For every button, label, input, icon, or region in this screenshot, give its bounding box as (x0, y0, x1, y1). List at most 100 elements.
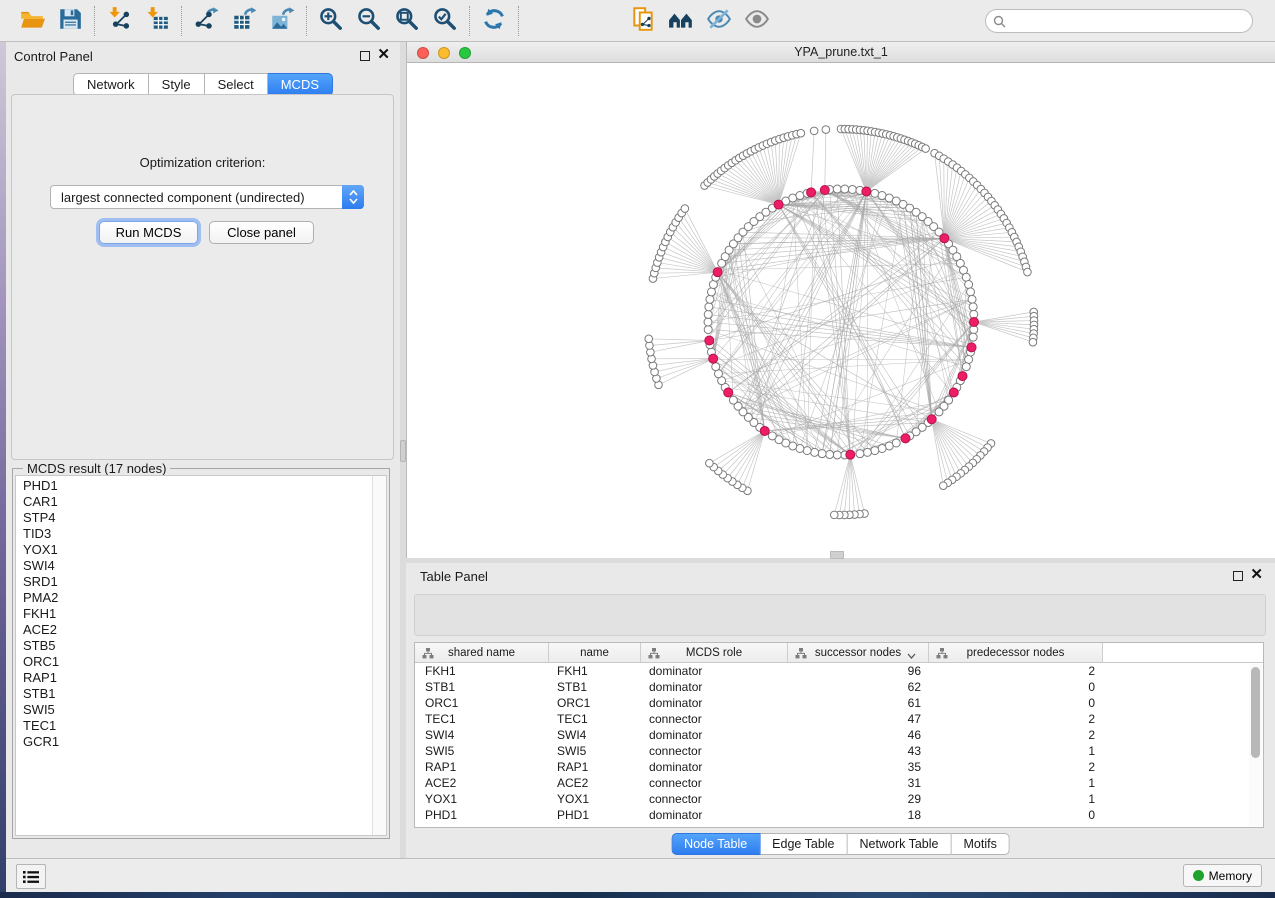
graph-node[interactable] (818, 450, 826, 458)
import-table-button[interactable] (141, 5, 173, 37)
column-header-MCDS-role[interactable]: MCDS role (641, 643, 788, 662)
graph-node[interactable] (707, 288, 715, 296)
task-history-button[interactable] (16, 864, 46, 889)
graph-dominator-node[interactable] (927, 415, 936, 424)
table-row[interactable]: SWI4SWI4dominator462 (415, 727, 1263, 743)
mcds-result-node[interactable]: TEC1 (16, 718, 386, 734)
table-row[interactable]: PHD1PHD1dominator180 (415, 807, 1263, 823)
graph-node[interactable] (706, 295, 714, 303)
network-canvas[interactable] (407, 63, 1275, 558)
tab-motifs[interactable]: Motifs (951, 833, 1009, 855)
table-row[interactable]: ACE2ACE2connector311 (415, 775, 1263, 791)
graph-dominator-node[interactable] (760, 426, 769, 435)
graph-leaf-node[interactable] (830, 511, 838, 519)
graph-dominator-node[interactable] (901, 434, 910, 443)
mcds-result-node[interactable]: FKH1 (16, 606, 386, 622)
mcds-result-node[interactable]: CAR1 (16, 494, 386, 510)
graph-node[interactable] (833, 451, 841, 459)
close-panel-button[interactable]: Close panel (209, 221, 314, 244)
column-header-name[interactable]: name (549, 643, 641, 662)
graph-dominator-node[interactable] (949, 388, 958, 397)
save-session-button[interactable] (54, 5, 86, 37)
column-header-shared-name[interactable]: shared name (415, 643, 549, 662)
select-all-button[interactable] (525, 600, 555, 630)
graph-leaf-node[interactable] (797, 129, 805, 137)
table-row[interactable]: STB1STB1dominator620 (415, 679, 1263, 695)
graph-leaf-node[interactable] (1029, 338, 1037, 346)
graph-node[interactable] (969, 303, 977, 311)
graph-leaf-node[interactable] (645, 335, 653, 343)
graph-dominator-node[interactable] (724, 388, 733, 397)
refresh-layout-button[interactable] (478, 5, 510, 37)
graph-dominator-node[interactable] (970, 318, 979, 327)
graph-node[interactable] (803, 447, 811, 455)
graph-leaf-node[interactable] (810, 127, 818, 135)
tab-style[interactable]: Style (149, 73, 205, 96)
hide-selected-button[interactable] (703, 5, 735, 37)
graph-leaf-node[interactable] (681, 205, 689, 213)
mcds-result-node[interactable]: GCR1 (16, 734, 386, 750)
table-row[interactable]: YOX1YOX1connector291 (415, 791, 1263, 807)
tab-node-table[interactable]: Node Table (671, 833, 760, 855)
table-settings-button[interactable] (431, 600, 461, 630)
graph-node[interactable] (871, 189, 879, 197)
graph-node[interactable] (729, 396, 737, 404)
graph-node[interactable] (878, 444, 886, 452)
graph-node[interactable] (811, 448, 819, 456)
export-table-button[interactable] (228, 5, 260, 37)
column-header-successor-nodes[interactable]: successor nodes (788, 643, 929, 662)
graph-node[interactable] (856, 450, 864, 458)
show-all-button[interactable] (741, 5, 773, 37)
table-scrollbar-thumb[interactable] (1251, 667, 1260, 758)
show-columns-button[interactable] (478, 600, 508, 630)
mcds-result-node[interactable]: STB5 (16, 638, 386, 654)
optimization-criterion-select[interactable]: largest connected component (undirected) (50, 185, 364, 209)
graph-node[interactable] (841, 185, 849, 193)
zoom-in-button[interactable] (315, 5, 347, 37)
memory-button[interactable]: Memory (1183, 864, 1262, 887)
graph-node[interactable] (704, 318, 712, 326)
import-network-button[interactable] (103, 5, 135, 37)
mcds-result-node[interactable]: ACE2 (16, 622, 386, 638)
zoom-fit-button[interactable] (391, 5, 423, 37)
table-row[interactable]: ORC1ORC1dominator610 (415, 695, 1263, 711)
column-header-predecessor-nodes[interactable]: predecessor nodes (929, 643, 1103, 662)
export-network-button[interactable] (190, 5, 222, 37)
graph-dominator-node[interactable] (713, 268, 722, 277)
graph-node[interactable] (935, 408, 943, 416)
graph-node[interactable] (768, 432, 776, 440)
run-mcds-button[interactable]: Run MCDS (99, 221, 198, 244)
first-neighbors-button[interactable] (665, 5, 697, 37)
mcds-result-node[interactable]: SWI4 (16, 558, 386, 574)
graph-leaf-node[interactable] (1024, 268, 1032, 276)
deselect-all-button[interactable] (572, 600, 602, 630)
graph-node[interactable] (705, 303, 713, 311)
graph-node[interactable] (704, 326, 712, 334)
mcds-result-node[interactable]: RAP1 (16, 670, 386, 686)
graph-node[interactable] (969, 333, 977, 341)
graph-dominator-node[interactable] (862, 187, 871, 196)
graph-node[interactable] (796, 192, 804, 200)
table-close-icon[interactable]: ✕ (1250, 566, 1263, 584)
graph-dominator-node[interactable] (709, 354, 718, 363)
table-row[interactable]: SWI5SWI5connector431 (415, 743, 1263, 759)
mcds-result-node[interactable]: SRD1 (16, 574, 386, 590)
tab-network-table[interactable]: Network Table (848, 833, 952, 855)
graph-dominator-node[interactable] (940, 234, 949, 243)
mcds-result-list[interactable]: PHD1CAR1STP4TID3YOX1SWI4SRD1PMA2FKH1ACE2… (15, 475, 387, 836)
tab-network[interactable]: Network (73, 73, 149, 96)
graph-dominator-node[interactable] (807, 188, 816, 197)
graph-dominator-node[interactable] (705, 336, 714, 345)
graph-node[interactable] (968, 295, 976, 303)
open-file-button[interactable] (16, 5, 48, 37)
table-row[interactable]: TEC1TEC1connector472 (415, 711, 1263, 727)
graph-leaf-node[interactable] (939, 482, 947, 490)
network-window-titlebar[interactable]: YPA_prune.txt_1 (407, 42, 1275, 63)
mcds-result-node[interactable]: PMA2 (16, 590, 386, 606)
graph-leaf-node[interactable] (922, 145, 930, 153)
mcds-result-node[interactable]: STP4 (16, 510, 386, 526)
mcds-list-scrollbar[interactable] (372, 476, 386, 835)
graph-node[interactable] (848, 185, 856, 193)
graph-node[interactable] (863, 448, 871, 456)
graph-dominator-node[interactable] (774, 200, 783, 209)
